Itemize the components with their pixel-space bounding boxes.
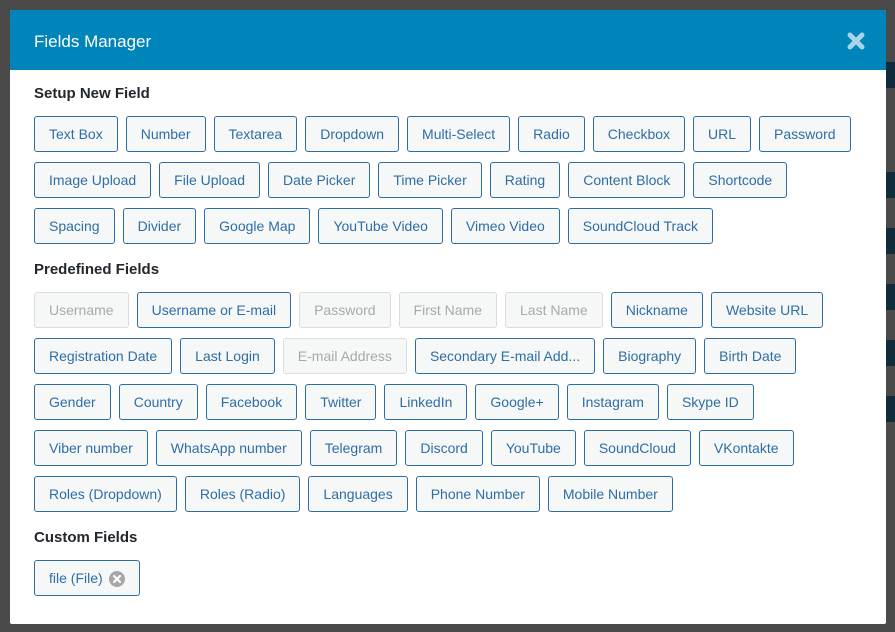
field-button-skype-id[interactable]: Skype ID [666,384,754,420]
field-button-divider[interactable]: Divider [122,208,197,244]
field-button-content-block[interactable]: Content Block [568,162,686,198]
field-button-facebook[interactable]: Facebook [205,384,298,420]
field-button-viber-number[interactable]: Viber number [34,430,148,466]
modal-header: Fields Manager [10,10,886,70]
field-button-instagram[interactable]: Instagram [566,384,659,420]
remove-circle-icon[interactable] [108,571,125,587]
field-button-nickname[interactable]: Nickname [610,292,703,328]
field-button-languages[interactable]: Languages [308,476,408,512]
field-button-text-box[interactable]: Text Box [34,116,118,152]
field-button-url[interactable]: URL [693,116,752,152]
field-button-twitter[interactable]: Twitter [305,384,377,420]
field-button-youtube[interactable]: YouTube [490,430,576,466]
field-button-username: Username [34,292,129,328]
field-button-telegram[interactable]: Telegram [309,430,398,466]
custom-fields-group: file (File) [34,560,862,606]
field-button-last-name: Last Name [505,292,603,328]
field-button-soundcloud-track[interactable]: SoundCloud Track [567,208,713,244]
field-button-whatsapp-number[interactable]: WhatsApp number [155,430,302,466]
field-button-phone-number[interactable]: Phone Number [415,476,540,512]
field-button-registration-date[interactable]: Registration Date [34,338,173,374]
field-button-birth-date[interactable]: Birth Date [704,338,797,374]
field-button-website-url[interactable]: Website URL [710,292,824,328]
field-button-dropdown[interactable]: Dropdown [305,116,400,152]
field-button-country[interactable]: Country [118,384,198,420]
field-button-time-picker[interactable]: Time Picker [378,162,482,198]
field-button-last-login[interactable]: Last Login [180,338,275,374]
field-button-textarea[interactable]: Textarea [213,116,298,152]
field-button-google-map[interactable]: Google Map [204,208,311,244]
field-button-username-or-e-mail[interactable]: Username or E-mail [136,292,292,328]
field-button-spacing[interactable]: Spacing [34,208,115,244]
field-button-secondary-e-mail-add[interactable]: Secondary E-mail Add... [414,338,596,374]
section-title-custom: Custom Fields [34,529,138,546]
modal-title: Fields Manager [34,32,152,51]
field-button-image-upload[interactable]: Image Upload [34,162,152,198]
field-button-password: Password [299,292,391,328]
close-icon [847,32,865,50]
field-button-radio[interactable]: Radio [518,116,585,152]
background-page-strip [886,62,895,502]
field-button-password[interactable]: Password [759,116,851,152]
field-button-gender[interactable]: Gender [34,384,111,420]
section-title-setup: Setup New Field [34,85,150,102]
field-button-first-name: First Name [398,292,497,328]
field-button-roles-dropdown[interactable]: Roles (Dropdown) [34,476,177,512]
field-button-youtube-video[interactable]: YouTube Video [318,208,443,244]
fields-manager-modal: Fields Manager Setup New Field Text Box N… [10,10,886,624]
field-button-number[interactable]: Number [125,116,206,152]
field-button-roles-radio[interactable]: Roles (Radio) [184,476,301,512]
field-button-vkontakte[interactable]: VKontakte [698,430,794,466]
field-button-discord[interactable]: Discord [405,430,483,466]
field-button-e-mail-address: E-mail Address [282,338,407,374]
field-button-soundcloud[interactable]: SoundCloud [583,430,691,466]
field-button-vimeo-video[interactable]: Vimeo Video [450,208,560,244]
field-button-google[interactable]: Google+ [475,384,559,420]
custom-field-file-file[interactable]: file (File) [34,560,140,596]
close-button[interactable] [846,31,866,51]
field-button-date-picker[interactable]: Date Picker [268,162,371,198]
predefined-fields-group: Username Username or E-mail Password First … [34,292,862,522]
field-button-multi-select[interactable]: Multi-Select [407,116,511,152]
field-button-biography[interactable]: Biography [603,338,697,374]
field-button-shortcode[interactable]: Shortcode [693,162,788,198]
field-button-file-upload[interactable]: File Upload [159,162,260,198]
section-title-predefined: Predefined Fields [34,261,160,278]
field-button-linkedin[interactable]: LinkedIn [384,384,468,420]
field-button-rating[interactable]: Rating [489,162,561,198]
custom-field-label: file (File) [49,570,103,586]
setup-fields-group: Text Box Number Textarea Dropdown Multi-Sele… [34,116,862,254]
modal-body: Setup New Field Text Box Number Textarea Dr… [10,70,886,606]
field-button-checkbox[interactable]: Checkbox [592,116,686,152]
field-button-mobile-number[interactable]: Mobile Number [547,476,673,512]
